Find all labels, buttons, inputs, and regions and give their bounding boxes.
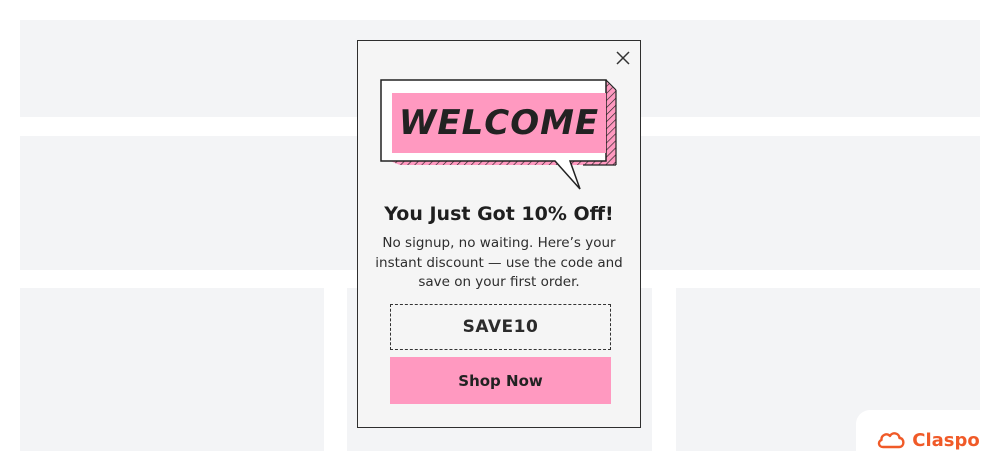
placeholder-card-left — [20, 288, 324, 451]
coupon-code-box[interactable]: SAVE10 — [390, 304, 611, 350]
popup-description: No signup, no waiting. Here’s your insta… — [375, 235, 623, 290]
close-icon — [616, 51, 630, 65]
brand-badge[interactable]: Claspo — [856, 410, 1000, 470]
discount-popup: WELCOME You Just Got 10% Off! No signup,… — [357, 40, 641, 428]
popup-title: You Just Got 10% Off! — [384, 203, 614, 225]
close-button[interactable] — [614, 49, 632, 67]
brand-name: Claspo — [912, 429, 980, 451]
cloud-icon — [878, 432, 905, 449]
welcome-art-text: WELCOME — [399, 103, 599, 143]
shop-now-button[interactable]: Shop Now — [390, 357, 611, 404]
welcome-speech-bubble: WELCOME — [380, 79, 626, 197]
